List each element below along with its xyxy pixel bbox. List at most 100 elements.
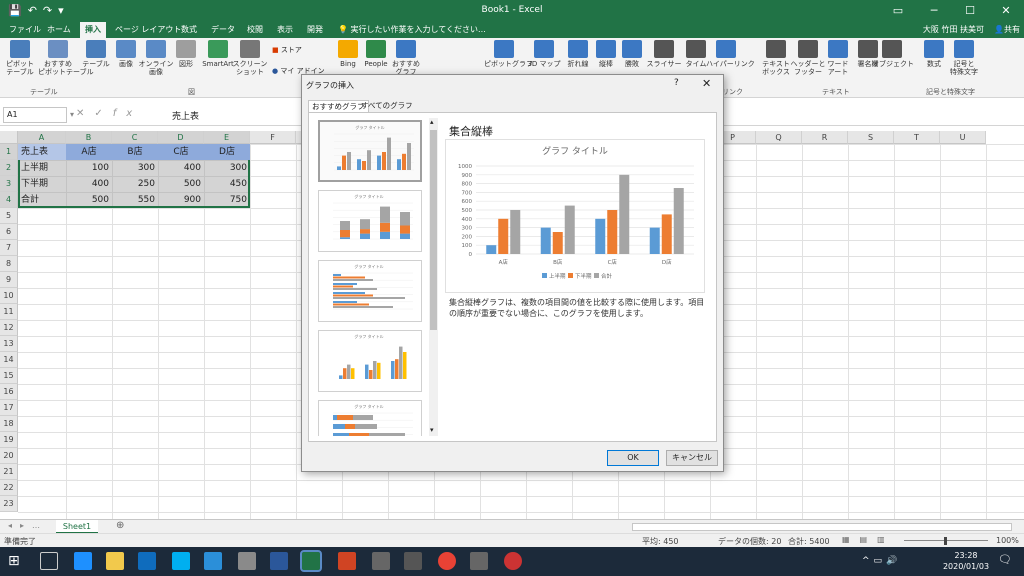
edge-icon[interactable] [74, 552, 92, 570]
sheet-nav-arrows[interactable]: ◂▸… [8, 521, 48, 530]
thumbnail-scrollbar[interactable]: ▴ ▾ [429, 118, 438, 436]
row-header[interactable]: 4 [0, 192, 18, 208]
tab-3[interactable]: ページ レイアウト [110, 22, 186, 38]
tell-me-box[interactable]: 💡 実行したい作業を入力してください... [338, 24, 486, 35]
cell[interactable]: 900 [158, 192, 204, 208]
column-header[interactable]: B [66, 131, 112, 144]
tab-0[interactable]: ファイル [4, 22, 46, 38]
tab-1[interactable]: ホーム [42, 22, 76, 38]
word-icon[interactable] [270, 552, 288, 570]
cell[interactable]: 300 [112, 160, 158, 176]
row-header[interactable]: 14 [0, 352, 18, 368]
row-header[interactable]: 2 [0, 160, 18, 176]
cell[interactable]: 売上表 [18, 144, 66, 160]
user-name[interactable]: 大阪 竹田 扶美可 [923, 24, 984, 35]
maximize-button[interactable]: ☐ [952, 0, 988, 22]
cell[interactable]: 450 [204, 176, 250, 192]
cell[interactable]: 750 [204, 192, 250, 208]
row-header[interactable]: 10 [0, 288, 18, 304]
cell[interactable]: A店 [66, 144, 112, 160]
row-header[interactable]: 9 [0, 272, 18, 288]
column-header[interactable]: U [940, 131, 986, 144]
zoom-thumb[interactable] [944, 537, 947, 545]
cell[interactable]: D店 [204, 144, 250, 160]
share-button[interactable]: 👤共有 [994, 24, 1020, 35]
row-header[interactable]: 22 [0, 480, 18, 496]
formula-icons[interactable]: ✕✓fx [76, 108, 142, 119]
cell[interactable]: 100 [66, 160, 112, 176]
tab-5[interactable]: データ [206, 22, 240, 38]
windows-start-icon[interactable]: ⊞ [8, 552, 26, 570]
store-button[interactable]: ■ ストア [272, 45, 302, 55]
thumb-clustered-column[interactable]: グラフ タイトル [318, 120, 422, 182]
task-view-icon[interactable] [40, 552, 58, 570]
thumb-clustered-bar[interactable]: グラフ タイトル [318, 260, 422, 322]
row-header[interactable]: 5 [0, 208, 18, 224]
sheet-tab[interactable]: Sheet1 [56, 520, 98, 534]
column-header[interactable]: F [250, 131, 296, 144]
chrome-icon[interactable] [438, 552, 456, 570]
zoom-level[interactable]: 100% [996, 536, 1019, 545]
cell[interactable]: 500 [66, 192, 112, 208]
name-box[interactable]: A1 [3, 107, 67, 123]
column-header[interactable]: E [204, 131, 250, 144]
help-button[interactable]: ? [674, 78, 679, 88]
notifications-icon[interactable]: 🗨 [998, 553, 1012, 566]
row-header[interactable]: 21 [0, 464, 18, 480]
ie-icon[interactable] [204, 552, 222, 570]
row-header[interactable]: 1 [0, 144, 18, 160]
cell[interactable]: 下半期 [18, 176, 66, 192]
minimize-button[interactable]: ─ [916, 0, 952, 22]
tab-7[interactable]: 表示 [272, 22, 298, 38]
row-header[interactable]: 23 [0, 496, 18, 512]
column-header[interactable]: T [894, 131, 940, 144]
column-header[interactable]: R [802, 131, 848, 144]
powerpoint-icon[interactable] [338, 552, 356, 570]
column-header[interactable]: D [158, 131, 204, 144]
ribbon-button-7[interactable]: スクリーン ショット [230, 40, 270, 76]
cell[interactable]: C店 [158, 144, 204, 160]
clock[interactable]: 23:28 2020/01/03 [938, 550, 994, 572]
cell[interactable]: 400 [66, 176, 112, 192]
scroll-up-icon[interactable]: ▴ [430, 118, 434, 126]
add-sheet-icon[interactable]: ⊕ [116, 520, 124, 531]
cell[interactable]: 400 [158, 160, 204, 176]
column-header[interactable]: Q [756, 131, 802, 144]
row-header[interactable]: 13 [0, 336, 18, 352]
row-header[interactable]: 6 [0, 224, 18, 240]
cell[interactable]: 550 [112, 192, 158, 208]
cell[interactable]: 上半期 [18, 160, 66, 176]
ribbon-button-10[interactable]: おすすめ グラフ [386, 40, 426, 76]
cell[interactable]: 300 [204, 160, 250, 176]
horizontal-scrollbar[interactable] [632, 523, 1012, 531]
row-header[interactable]: 12 [0, 320, 18, 336]
skype-icon[interactable] [172, 552, 190, 570]
app-icon[interactable] [238, 552, 256, 570]
column-header[interactable]: S [848, 131, 894, 144]
namebox-dropdown-icon[interactable]: ▾ [70, 110, 74, 119]
ribbon-button-0[interactable]: ピボット テーブル [0, 40, 40, 76]
tray-icons[interactable]: ^▭🔊 [862, 556, 901, 566]
row-header[interactable]: 19 [0, 432, 18, 448]
row-header[interactable]: 15 [0, 368, 18, 384]
close-dialog-button[interactable]: ✕ [702, 77, 711, 90]
row-header[interactable]: 7 [0, 240, 18, 256]
ribbon-button-18[interactable]: ハイパーリンク [706, 40, 755, 68]
row-header[interactable]: 11 [0, 304, 18, 320]
row-header[interactable]: 20 [0, 448, 18, 464]
cell[interactable]: 500 [158, 176, 204, 192]
view-buttons[interactable]: ▦▤▥ [842, 535, 895, 544]
cell[interactable]: B店 [112, 144, 158, 160]
outlook-icon[interactable] [138, 552, 156, 570]
tab-8[interactable]: 開発 [302, 22, 328, 38]
scroll-down-icon[interactable]: ▾ [430, 426, 434, 434]
photos-icon[interactable] [470, 552, 488, 570]
thumb-stacked-bar[interactable]: グラフ タイトル [318, 400, 422, 436]
row-header[interactable]: 18 [0, 416, 18, 432]
ribbon-button-11[interactable]: ピボットグラフ [484, 40, 533, 68]
row-header[interactable]: 3 [0, 176, 18, 192]
scroll-thumb[interactable] [430, 130, 437, 330]
file-explorer-icon[interactable] [106, 552, 124, 570]
thumb-clustered-column-transposed[interactable]: グラフ タイトル [318, 330, 422, 392]
cancel-button[interactable]: キャンセル [666, 450, 718, 466]
